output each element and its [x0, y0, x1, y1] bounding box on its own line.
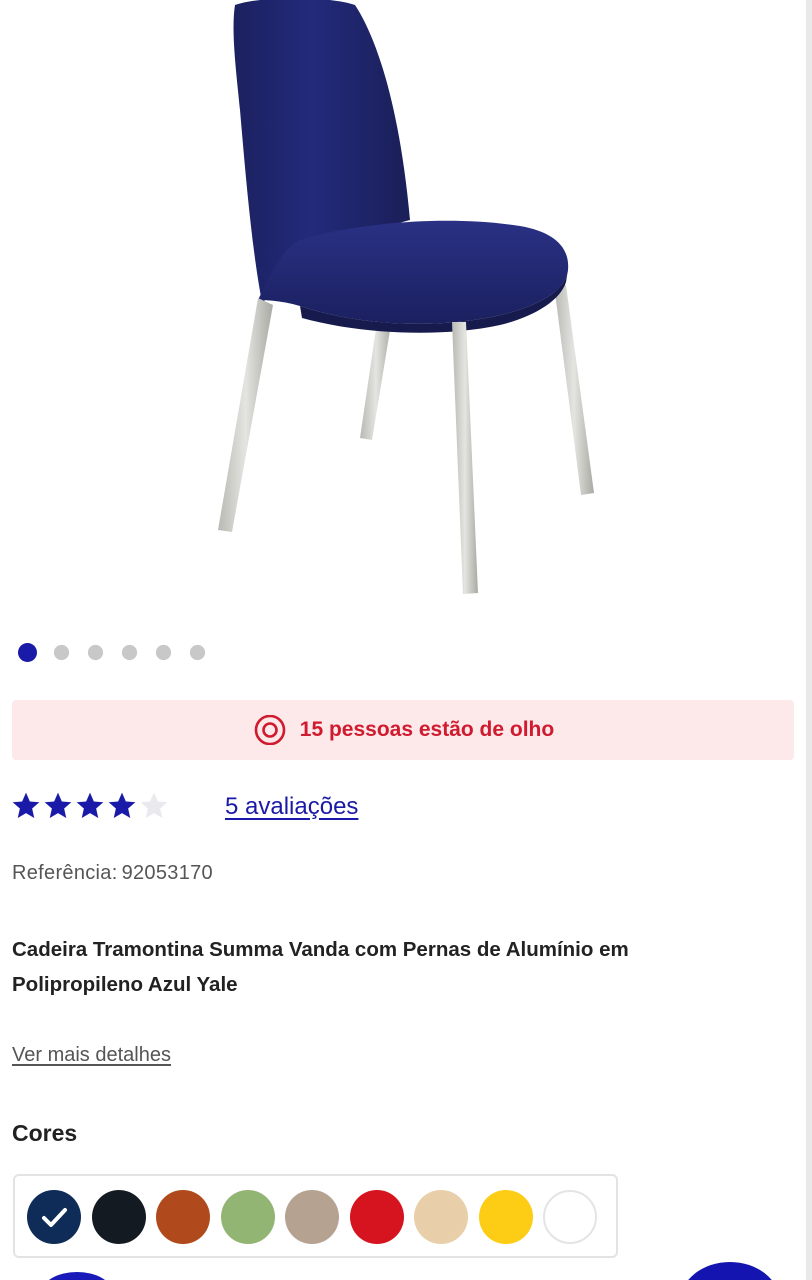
star-filled-icon — [44, 792, 72, 818]
eye-icon — [254, 715, 286, 745]
star-filled-icon — [76, 792, 104, 818]
floating-button-partial[interactable] — [42, 1272, 112, 1280]
color-swatch[interactable] — [349, 1190, 404, 1244]
see-more-details-link[interactable]: Ver mais detalhes — [12, 1044, 171, 1067]
watching-banner: 15 pessoas estão de olho — [12, 700, 794, 760]
reviews-link[interactable]: 5 avaliações — [225, 793, 358, 821]
chair-illustration — [218, 0, 594, 594]
carousel-dot[interactable] — [18, 643, 37, 662]
watching-text: 15 pessoas estão de olho — [299, 718, 555, 741]
reference-number: 92053170 — [121, 862, 213, 884]
carousel-dot[interactable] — [155, 644, 172, 661]
color-swatch[interactable] — [220, 1190, 275, 1244]
carousel-dot[interactable] — [87, 644, 104, 661]
color-swatch[interactable] — [543, 1190, 597, 1244]
carousel-dot[interactable] — [53, 644, 70, 661]
color-swatch[interactable] — [27, 1190, 81, 1244]
color-swatch[interactable] — [414, 1190, 468, 1244]
rating-stars — [10, 790, 170, 822]
product-page: 15 pessoas estão de olho 5 avaliações Re… — [0, 0, 812, 1280]
carousel-dot[interactable] — [121, 644, 138, 661]
star-empty-icon — [140, 792, 168, 818]
colors-heading: Cores — [12, 1120, 78, 1146]
check-icon — [42, 1208, 67, 1227]
color-swatch[interactable] — [156, 1190, 210, 1244]
color-swatch[interactable] — [285, 1190, 339, 1244]
floating-button-partial[interactable] — [680, 1262, 780, 1280]
product-image[interactable] — [0, 0, 806, 620]
carousel-dots — [18, 643, 207, 662]
reference: Referência: 92053170 — [12, 862, 213, 885]
carousel-dot[interactable] — [189, 644, 206, 661]
color-swatch[interactable] — [91, 1190, 146, 1244]
star-filled-icon — [108, 792, 136, 818]
color-swatch[interactable] — [478, 1190, 533, 1244]
star-filled-icon — [12, 792, 40, 818]
reference-label: Referência: — [12, 862, 118, 884]
page-edge — [806, 0, 812, 1280]
product-title: Cadeira Tramontina Summa Vanda com Perna… — [12, 938, 629, 996]
